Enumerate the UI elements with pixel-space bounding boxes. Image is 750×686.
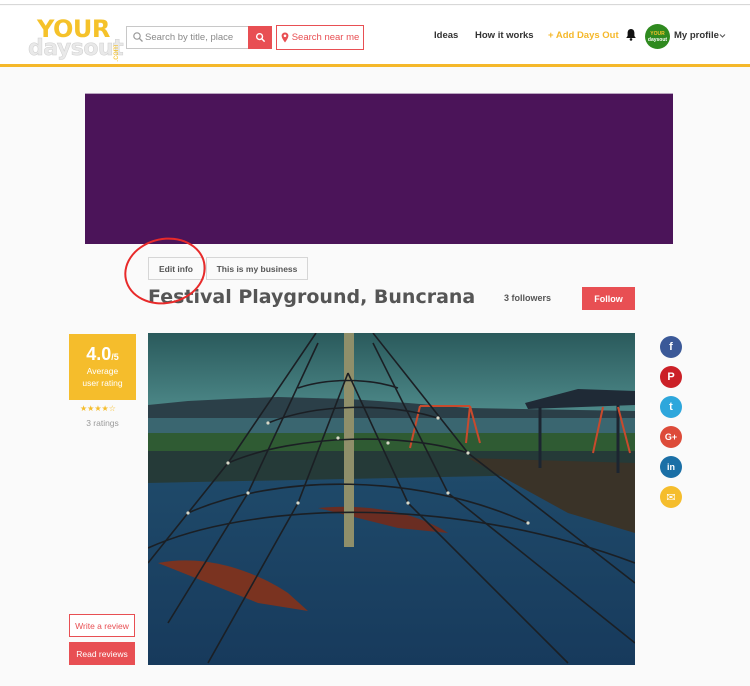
follow-label: Follow — [594, 293, 623, 304]
pinterest-icon: P — [667, 371, 675, 383]
google-plus-share-button[interactable]: G+ — [660, 426, 682, 448]
followers-count: 3 followers — [504, 293, 552, 303]
rating-label-line2: user rating — [82, 378, 123, 388]
rating-score-value: 4.0 — [86, 344, 112, 364]
edit-info-label: Edit info — [159, 263, 193, 274]
read-reviews-label: Read reviews — [76, 648, 128, 659]
edit-info-button[interactable]: Edit info — [148, 257, 204, 280]
search-near-me-label: Search near me — [291, 32, 360, 43]
ratings-count: 3 ratings — [86, 418, 119, 428]
logo-text-dotcom: .com — [111, 44, 120, 62]
rating-badge: 4.0/5 Average user rating — [69, 334, 136, 400]
this-is-my-business-button[interactable]: This is my business — [206, 257, 308, 280]
nav-add-days-out[interactable]: + Add Days Out — [548, 30, 619, 41]
facebook-icon: f — [669, 341, 673, 353]
rating-label-line1: Average — [86, 366, 119, 376]
search-icon — [133, 32, 143, 42]
my-profile-menu[interactable]: My profile — [674, 30, 719, 41]
map-pin-icon — [281, 32, 289, 43]
search-box — [126, 26, 272, 49]
write-review-button[interactable]: Write a review — [69, 614, 135, 637]
cover-banner — [85, 93, 673, 244]
follow-button[interactable]: Follow — [582, 287, 635, 310]
search-near-me-button[interactable]: Search near me — [276, 25, 364, 50]
site-header: YOUR daysout .com Search near me Ideas H… — [0, 6, 750, 67]
facebook-share-button[interactable]: f — [660, 336, 682, 358]
linkedin-share-button[interactable]: in — [660, 456, 682, 478]
playground-photo-illustration — [148, 333, 635, 665]
logo-text-daysout: daysout — [28, 36, 124, 62]
notification-bell-icon[interactable] — [625, 28, 637, 41]
rating-out-of: /5 — [111, 352, 119, 362]
write-review-label: Write a review — [75, 620, 129, 631]
star-rating: ★★★★☆ — [80, 404, 116, 413]
search-button[interactable] — [248, 26, 272, 49]
email-share-button[interactable]: ✉ — [660, 486, 682, 508]
listing-photo[interactable] — [148, 333, 635, 665]
rating-score: 4.0/5 — [69, 344, 136, 365]
browser-top-edge — [0, 0, 750, 5]
linkedin-icon: in — [667, 462, 675, 472]
this-is-my-business-label: This is my business — [216, 263, 298, 274]
twitter-icon: t — [669, 401, 673, 413]
site-logo[interactable]: YOUR daysout .com — [28, 15, 124, 64]
twitter-share-button[interactable]: t — [660, 396, 682, 418]
pinterest-share-button[interactable]: P — [660, 366, 682, 388]
nav-how-it-works[interactable]: How it works — [475, 30, 534, 41]
page-title: Festival Playground, Buncrana — [148, 286, 476, 308]
search-submit-icon — [255, 32, 265, 43]
email-icon: ✉ — [666, 491, 676, 504]
avatar-text-daysout: daysout — [647, 36, 668, 43]
read-reviews-button[interactable]: Read reviews — [69, 642, 135, 665]
chevron-down-icon[interactable] — [719, 33, 726, 39]
google-plus-icon: G+ — [664, 432, 678, 442]
user-avatar[interactable]: YOUR daysout — [645, 24, 670, 49]
nav-ideas[interactable]: Ideas — [434, 30, 458, 41]
search-input[interactable] — [145, 29, 245, 46]
